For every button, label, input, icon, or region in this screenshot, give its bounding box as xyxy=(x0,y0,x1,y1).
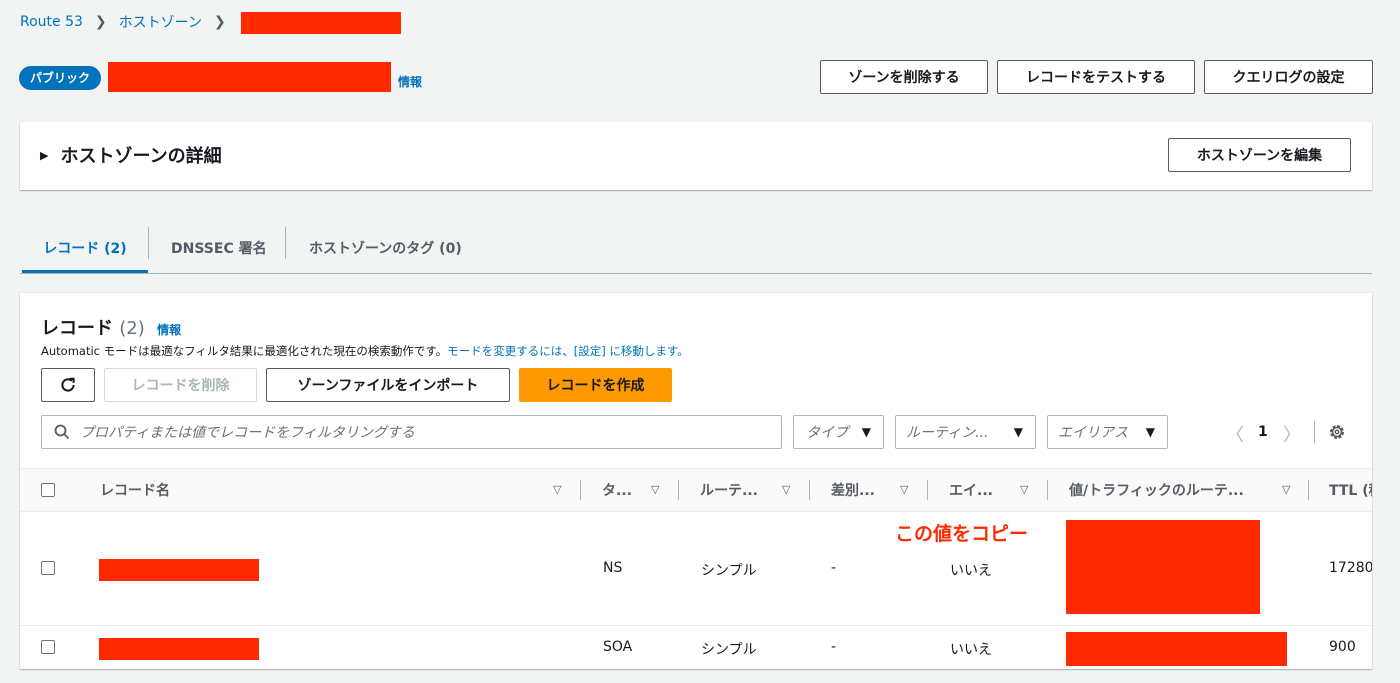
breadcrumb-hosted-zones[interactable]: ホストゾーン xyxy=(119,12,202,32)
change-mode-link[interactable]: モードを変更するには、[設定] に移動します。 xyxy=(447,344,688,358)
chevron-right-icon: ❯ xyxy=(94,14,107,30)
redacted-zone-breadcrumb xyxy=(241,12,401,34)
col-routing[interactable]: ルーテ... xyxy=(700,469,758,511)
record-alias: いいえ xyxy=(950,642,992,658)
records-count: (2) xyxy=(119,318,145,339)
record-differentiator: - xyxy=(831,639,837,655)
tab-dnssec[interactable]: DNSSEC 署名 xyxy=(171,225,267,271)
type-filter-label: タイプ xyxy=(806,425,848,441)
alias-filter-label: エイリアス xyxy=(1058,425,1128,441)
column-divider[interactable] xyxy=(678,480,679,500)
sort-icon[interactable]: ▽ xyxy=(651,483,659,496)
caret-down-icon: ▼ xyxy=(1013,425,1023,439)
record-routing: シンプル xyxy=(701,563,757,579)
records-heading: レコード (2) 情報 xyxy=(41,314,181,340)
alias-filter[interactable]: エイリアス ▼ xyxy=(1047,415,1168,449)
info-link[interactable]: 情報 xyxy=(398,73,422,90)
col-ttl[interactable]: TTL (秒 xyxy=(1329,469,1372,511)
test-record-button[interactable]: レコードをテストする xyxy=(997,60,1195,94)
records-info-link[interactable]: 情報 xyxy=(157,323,181,337)
prev-page-icon[interactable]: 〈 xyxy=(1226,421,1244,447)
col-type[interactable]: タ... xyxy=(602,469,632,511)
copy-value-annotation: この値をコピー xyxy=(895,523,1029,545)
record-differentiator: - xyxy=(831,560,837,576)
chevron-right-icon: ❯ xyxy=(213,14,226,30)
tabs: レコード (2) DNSSEC 署名 ホストゾーンのタグ (0) xyxy=(20,225,1372,274)
records-description: Automatic モードは最適なフィルタ結果に最適化された現在の検索動作です。… xyxy=(41,343,689,359)
refresh-button[interactable] xyxy=(41,368,95,402)
row-checkbox[interactable] xyxy=(41,640,55,654)
create-record-button[interactable]: レコードを作成 xyxy=(519,368,672,402)
public-badge: パブリック xyxy=(19,66,102,90)
caret-down-icon: ▼ xyxy=(861,425,871,439)
tab-tags[interactable]: ホストゾーンのタグ (0) xyxy=(309,225,462,271)
redacted-zone-name xyxy=(108,62,391,92)
row-checkbox[interactable] xyxy=(41,561,55,575)
query-log-button[interactable]: クエリログの設定 xyxy=(1204,60,1373,94)
details-expander[interactable]: ▶ ホストゾーンの詳細 xyxy=(40,142,222,168)
column-divider[interactable] xyxy=(1308,480,1309,500)
search-icon xyxy=(54,424,70,440)
col-alias[interactable]: エイ... xyxy=(949,469,993,511)
records-title: レコード xyxy=(41,318,113,339)
record-ttl: 900 xyxy=(1329,639,1356,655)
record-type: NS xyxy=(603,560,623,576)
sort-icon[interactable]: ▽ xyxy=(900,483,908,496)
breadcrumb-route53[interactable]: Route 53 xyxy=(20,14,83,30)
refresh-icon xyxy=(61,377,75,392)
search-placeholder: プロパティまたは値でレコードをフィルタリングする xyxy=(80,425,415,441)
caret-down-icon: ▼ xyxy=(1145,425,1155,439)
edit-hosted-zone-button[interactable]: ホストゾーンを編集 xyxy=(1168,138,1351,172)
search-input[interactable]: プロパティまたは値でレコードをフィルタリングする xyxy=(41,415,782,449)
col-differentiator[interactable]: 差別... xyxy=(831,469,875,511)
delete-zone-button[interactable]: ゾーンを削除する xyxy=(820,60,988,94)
sort-icon[interactable]: ▽ xyxy=(782,483,790,496)
tab-divider xyxy=(285,227,286,259)
page-number[interactable]: 1 xyxy=(1258,424,1268,440)
column-divider[interactable] xyxy=(1047,480,1048,500)
column-divider[interactable] xyxy=(809,480,810,500)
redacted-record-value xyxy=(1066,632,1287,666)
routing-filter[interactable]: ルーティン... ▼ xyxy=(895,415,1036,449)
table-header: レコード名 ▽ タ... ▽ ルーテ... ▽ 差別... ▽ エイ... ▽ … xyxy=(20,468,1372,512)
row-divider xyxy=(20,625,1372,626)
sort-icon[interactable]: ▽ xyxy=(1020,483,1028,496)
gear-icon[interactable] xyxy=(1328,423,1346,441)
breadcrumb: Route 53 ❯ ホストゾーン ❯ xyxy=(20,12,238,32)
tab-divider xyxy=(148,227,149,259)
redacted-record-value xyxy=(1066,520,1260,614)
record-type: SOA xyxy=(603,639,633,655)
pagination-divider xyxy=(1314,421,1315,443)
redacted-record-name xyxy=(99,638,259,660)
select-all-checkbox[interactable] xyxy=(41,483,55,497)
routing-filter-label: ルーティン... xyxy=(906,425,989,441)
details-title: ホストゾーンの詳細 xyxy=(60,146,222,167)
tab-records[interactable]: レコード (2) xyxy=(22,225,148,273)
delete-record-button[interactable]: レコードを削除 xyxy=(104,368,257,402)
import-zone-file-button[interactable]: ゾーンファイルをインポート xyxy=(266,368,510,402)
col-value[interactable]: 値/トラフィックのルーテ... xyxy=(1069,469,1244,511)
redacted-record-name xyxy=(99,559,259,581)
record-routing: シンプル xyxy=(701,642,757,658)
next-page-icon[interactable]: 〉 xyxy=(1283,421,1301,447)
col-record-name[interactable]: レコード名 xyxy=(100,469,170,511)
record-alias: いいえ xyxy=(950,563,992,579)
sort-icon[interactable]: ▽ xyxy=(553,483,561,496)
sort-icon[interactable]: ▽ xyxy=(1282,483,1290,496)
record-ttl: 17280 xyxy=(1329,560,1372,576)
caret-right-icon: ▶ xyxy=(40,148,49,162)
type-filter[interactable]: タイプ ▼ xyxy=(793,415,884,449)
mode-description: Automatic モードは最適なフィルタ結果に最適化された現在の検索動作です。 xyxy=(41,344,448,358)
column-divider[interactable] xyxy=(927,480,928,500)
column-divider[interactable] xyxy=(580,480,581,500)
